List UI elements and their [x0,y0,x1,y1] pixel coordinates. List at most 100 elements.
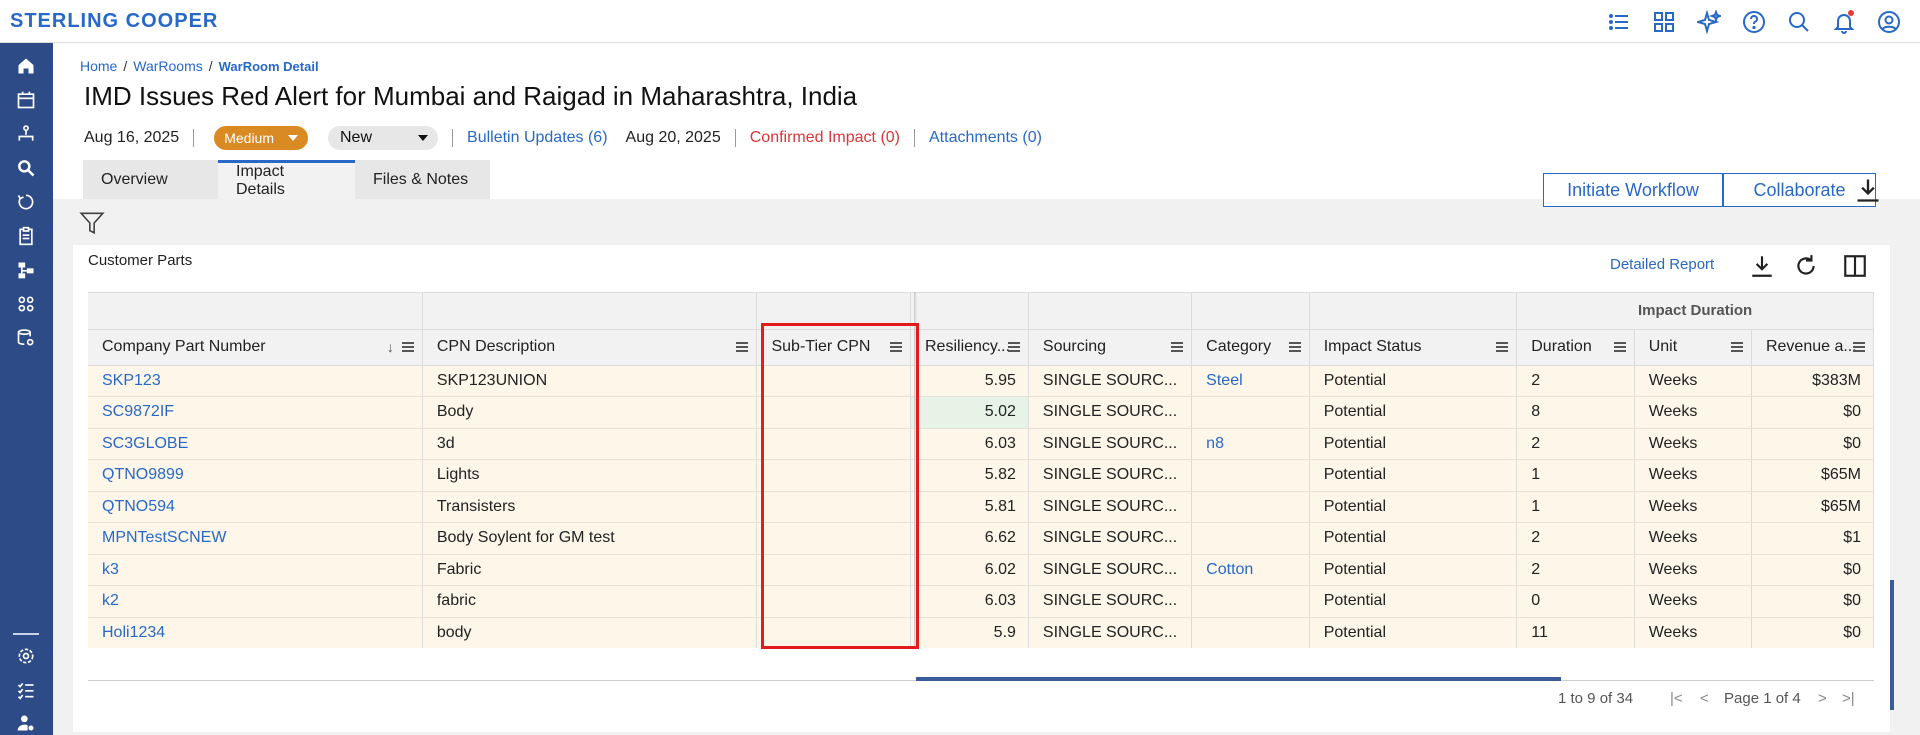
cell-company-part-number-link[interactable]: k2 [102,592,119,609]
checklist-icon[interactable] [13,677,39,703]
cell-cpn-description: Fabric [422,554,758,586]
column-header-unit[interactable]: Unit [1634,329,1752,366]
table-row[interactable]: MPNTestSCNEW Body Soylent for GM test 6.62… [88,522,1874,555]
settings-gear-icon[interactable] [13,643,39,669]
initiate-workflow-button[interactable]: Initiate Workflow [1543,173,1723,207]
network-icon[interactable] [13,257,39,283]
column-toggle-icon[interactable] [1842,253,1868,279]
table-row[interactable]: QTNO594 Transisters 5.81 SINGLE SOURC... Pot… [88,491,1874,523]
cell-company-part-number-link[interactable]: Holi1234 [102,624,165,641]
filter-icon[interactable] [79,210,105,236]
column-menu-icon[interactable] [401,341,414,352]
cell-category-link[interactable]: n8 [1206,435,1224,452]
table-row[interactable]: Holi1234 body 5.9 SINGLE SOURC... Potential 1… [88,617,1874,648]
brand-logo[interactable]: STERLING COOPER [10,10,218,33]
home-icon[interactable] [13,53,39,79]
detailed-report-link[interactable]: Detailed Report [1610,256,1714,273]
cell-company-part-number-link[interactable]: SKP123 [102,372,161,389]
table-row[interactable]: k3 Fabric 6.02 SINGLE SOURC... Cotton Potenti… [88,554,1874,586]
prev-page-button[interactable]: < [1700,690,1709,707]
column-menu-icon[interactable] [1007,341,1020,352]
table-row[interactable]: SC9872IF Body 5.02 SINGLE SOURC... Potential… [88,396,1874,429]
column-header-duration[interactable]: Duration [1516,329,1635,366]
apps-icon[interactable] [13,291,39,317]
sort-arrow-icon[interactable]: ↓ [387,339,394,355]
cell-company-part-number: SKP123 [88,365,423,397]
search-nav-icon[interactable] [13,155,39,181]
cell-company-part-number-link[interactable]: SC3GLOBE [102,435,188,452]
calendar-icon[interactable] [13,87,39,113]
column-header-sourcing[interactable]: Sourcing [1028,329,1193,366]
table-row[interactable]: k2 fabric 6.03 SINGLE SOURC... Potential 0 Wee… [88,585,1874,618]
cell-duration: 2 [1516,428,1635,460]
database-settings-icon[interactable] [13,325,39,351]
cell-impact-status: Potential [1309,522,1518,555]
list-icon[interactable] [1605,8,1632,35]
dashboard-icon[interactable] [1650,8,1677,35]
first-page-button[interactable]: |< [1670,690,1683,707]
cell-category-link[interactable]: Steel [1206,372,1242,389]
table-row[interactable]: SKP123 SKP123UNION 5.95 SINGLE SOURC... Stee… [88,365,1874,397]
refresh-icon[interactable] [1793,253,1819,279]
cell-duration: 8 [1516,396,1635,429]
tab-files-notes[interactable]: Files & Notes [355,160,490,199]
download-icon[interactable] [1854,176,1882,204]
cell-company-part-number-link[interactable]: QTNO594 [102,498,175,515]
breadcrumb-home[interactable]: Home [80,58,117,74]
column-menu-icon[interactable] [736,341,749,352]
cell-company-part-number-link[interactable]: MPNTestSCNEW [102,529,226,546]
column-menu-icon[interactable] [1613,341,1626,352]
search-icon[interactable] [1785,8,1812,35]
cell-category-link[interactable]: Cotton [1206,561,1253,578]
tab-impact-details[interactable]: Impact Details [218,160,355,199]
chevron-down-icon [418,135,429,141]
table-row[interactable]: SC3GLOBE 3d 6.03 SINGLE SOURC... n8 Potential… [88,428,1874,460]
bulletin-updates-link[interactable]: Bulletin Updates (6) [467,129,608,147]
column-menu-icon[interactable] [1171,341,1184,352]
user-avatar-icon[interactable] [1875,8,1902,35]
table-row[interactable]: QTNO9899 Lights 5.82 SINGLE SOURC... Potenti… [88,459,1874,492]
cell-resiliency: 6.62 [910,522,1029,555]
horizontal-scrollbar[interactable] [916,677,1561,681]
column-header-revenue[interactable]: Revenue a... [1751,329,1874,366]
cell-resiliency: 6.03 [910,585,1029,618]
cycle-icon[interactable] [13,189,39,215]
user-settings-icon[interactable] [13,710,39,735]
column-header-company-part-number[interactable]: Company Part Number ↓ [88,329,423,366]
confirmed-impact-link[interactable]: Confirmed Impact (0) [750,129,900,147]
vertical-scrollbar[interactable] [1890,580,1894,710]
next-page-button[interactable]: > [1818,690,1827,707]
severity-dropdown[interactable]: Medium [214,126,308,150]
cell-company-part-number-link[interactable]: QTNO9899 [102,466,184,483]
notification-bell-icon[interactable] [1830,8,1857,35]
status-dropdown[interactable]: New [328,126,439,150]
grid-download-icon[interactable] [1749,253,1775,279]
column-menu-icon[interactable] [1730,341,1743,352]
last-page-button[interactable]: >| [1842,690,1855,707]
meta-row: Aug 16, 2025 Medium New Bulletin Updates… [84,124,1042,152]
column-header-impact-status[interactable]: Impact Status [1309,329,1518,366]
tab-overview[interactable]: Overview [83,160,218,199]
column-header-category[interactable]: Category [1191,329,1310,366]
column-header-label: Company Part Number [102,338,266,355]
column-menu-icon[interactable] [1288,341,1301,352]
hierarchy-icon[interactable] [13,121,39,147]
sparkle-icon[interactable] [1695,8,1722,35]
column-header-resiliency[interactable]: Resiliency... [910,329,1029,366]
column-menu-icon[interactable] [1853,341,1865,352]
column-header-cpn-description[interactable]: CPN Description [422,329,758,366]
cell-company-part-number-link[interactable]: k3 [102,561,119,578]
pager-page: Page 1 of 4 [1724,690,1801,707]
group-header-empty [910,293,1029,330]
cell-resiliency: 5.9 [910,617,1029,648]
meta-divider [734,129,736,147]
column-menu-icon[interactable] [1496,341,1509,352]
customer-parts-grid: Impact Duration Company Part Number ↓ CPN… [88,292,1874,648]
pager-range: 1 to 9 of 34 [1558,690,1634,707]
clipboard-icon[interactable] [13,223,39,249]
attachments-link[interactable]: Attachments (0) [929,129,1042,147]
breadcrumb-warrooms[interactable]: WarRooms [133,58,203,74]
cell-category: Steel [1191,365,1310,397]
cell-company-part-number-link[interactable]: SC9872IF [102,403,174,420]
help-icon[interactable] [1740,8,1767,35]
